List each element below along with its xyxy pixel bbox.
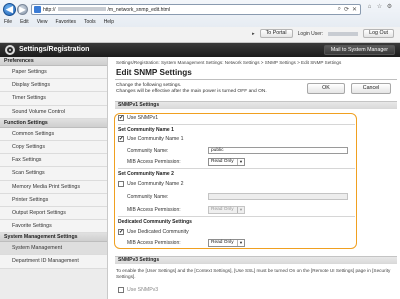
dedicated-mib-label: MIB Access Permission: xyxy=(127,240,181,246)
menu-tools[interactable]: Tools xyxy=(84,19,96,25)
use-snmpv1-row: Use SNMPv1 xyxy=(118,115,355,121)
home-icon[interactable]: ⌂ xyxy=(366,4,373,11)
use-community-2-label: Use Community Name 2 xyxy=(127,181,184,187)
community-1-heading: Set Community Name 1 xyxy=(118,127,174,133)
use-snmpv3-checkbox[interactable] xyxy=(118,287,124,293)
use-community-2-row: Use Community Name 2 xyxy=(118,181,355,187)
use-snmpv1-label: Use SNMPv1 xyxy=(127,115,159,121)
login-user-label: Login User: xyxy=(297,30,324,37)
sidebar-item-system-management[interactable]: System Management xyxy=(0,242,107,256)
mail-to-system-manager-button[interactable]: Mail to System Manager xyxy=(323,45,395,55)
use-snmpv3-label: Use SNMPv3 xyxy=(127,287,159,293)
logout-button[interactable]: Log Out xyxy=(363,29,394,38)
community-2-heading: Set Community Name 2 xyxy=(118,171,174,177)
dedicated-community-heading: Dedicated Community Settings xyxy=(118,219,192,225)
divider xyxy=(118,216,355,217)
sidebar-item-department-id-management[interactable]: Department ID Management xyxy=(0,255,107,269)
snmpv1-section-title: SNMPv1 Settings xyxy=(115,101,397,109)
dedicated-mib-value: Read Only xyxy=(211,240,234,245)
use-dedicated-community-checkbox[interactable] xyxy=(118,229,124,235)
sidebar: Preferences Paper Settings Display Setti… xyxy=(0,57,108,299)
to-portal-button[interactable]: To Portal xyxy=(259,29,293,38)
settings-gear-icon xyxy=(5,45,15,55)
use-dedicated-community-row: Use Dedicated Community xyxy=(118,229,355,235)
use-community-2-checkbox[interactable] xyxy=(118,181,124,187)
sidebar-item-scan-settings[interactable]: Scan Settings xyxy=(0,167,107,181)
notice-text: Change the following settings. Changes w… xyxy=(116,83,267,96)
sidebar-section-preferences: Preferences xyxy=(0,57,107,66)
divider xyxy=(118,124,355,125)
sidebar-item-common-settings[interactable]: Common Settings xyxy=(0,127,107,141)
sidebar-item-printer-settings[interactable]: Printer Settings xyxy=(0,193,107,207)
sidebar-item-sound-volume-control[interactable]: Sound Volume Control xyxy=(0,105,107,119)
breadcrumb: Settings/Registration: System Management… xyxy=(116,60,342,65)
forward-button[interactable]: ▶ xyxy=(17,4,28,15)
menu-bar: File Edit View Favorites Tools Help xyxy=(0,17,400,26)
refresh-icon[interactable]: ⟳ xyxy=(344,6,349,13)
sidebar-item-display-settings[interactable]: Display Settings xyxy=(0,79,107,93)
community-1-name-label: Community Name: xyxy=(127,148,169,154)
community-2-mib-value: Read Only xyxy=(211,207,234,212)
community-2-mib-select[interactable]: Read Only ▼ xyxy=(208,206,245,214)
use-snmpv1-checkbox[interactable] xyxy=(118,115,124,121)
ok-button[interactable]: OK xyxy=(307,83,345,94)
notice-line-2: Changes will be effective after the main… xyxy=(116,89,267,95)
search-icon[interactable]: ⌕ xyxy=(338,6,341,13)
chevron-down-icon: ▼ xyxy=(237,240,244,246)
community-1-mib-label: MIB Access Permission: xyxy=(127,159,181,165)
chevron-down-icon: ▼ xyxy=(237,207,244,213)
community-1-name-input[interactable]: public xyxy=(208,147,348,154)
menu-view[interactable]: View xyxy=(37,19,48,25)
community-1-mib-select[interactable]: Read Only ▼ xyxy=(208,158,245,166)
sidebar-item-memory-media-print-settings[interactable]: Memory Media Print Settings xyxy=(0,180,107,194)
menu-edit[interactable]: Edit xyxy=(20,19,29,25)
menu-favorites[interactable]: Favorites xyxy=(55,19,76,25)
browser-toolbar-icons: ⌂ ☆ ⚙ xyxy=(366,4,393,11)
title-bar: Settings/Registration Mail to System Man… xyxy=(0,43,400,57)
page-title: Edit SNMP Settings xyxy=(116,68,192,77)
use-community-1-label: Use Community Name 1 xyxy=(127,136,184,142)
back-button[interactable]: ◀ xyxy=(3,3,16,16)
sidebar-item-copy-settings[interactable]: Copy Settings xyxy=(0,140,107,155)
sidebar-section-function-settings: Function Settings xyxy=(0,118,107,128)
use-dedicated-community-label: Use Dedicated Community xyxy=(127,229,189,235)
main-content: Settings/Registration: System Management… xyxy=(109,57,400,299)
sidebar-item-output-report-settings[interactable]: Output Report Settings xyxy=(0,206,107,221)
community-1-mib-value: Read Only xyxy=(211,159,234,164)
community-2-mib-label: MIB Access Permission: xyxy=(127,207,181,213)
cancel-button[interactable]: Cancel xyxy=(351,83,391,94)
sidebar-item-favorite-settings[interactable]: Favorite Settings xyxy=(0,220,107,234)
address-bar[interactable]: http:///m_network_snmp_edit.html ⌕ ⟳ ✕ xyxy=(31,4,361,15)
snmpv3-note: To enable the [User Settings] and the [C… xyxy=(116,268,391,279)
menu-file[interactable]: File xyxy=(4,19,12,25)
app-header: ▸ To Portal Login User: Log Out xyxy=(0,27,400,43)
community-2-name-label: Community Name: xyxy=(127,194,169,200)
stop-icon[interactable]: ✕ xyxy=(352,6,357,13)
sidebar-section-system-management: System Management Settings xyxy=(0,233,107,243)
menu-help[interactable]: Help xyxy=(104,19,114,25)
portal-icon: ▸ xyxy=(252,30,255,37)
use-snmpv3-row: Use SNMPv3 xyxy=(118,287,158,293)
page-heading: Settings/Registration xyxy=(19,46,90,53)
sidebar-item-paper-settings[interactable]: Paper Settings xyxy=(0,66,107,80)
login-user-name xyxy=(328,31,359,36)
divider xyxy=(118,168,355,169)
use-community-1-row: Use Community Name 1 xyxy=(118,136,355,142)
page-favicon-icon xyxy=(34,6,41,13)
dedicated-mib-select[interactable]: Read Only ▼ xyxy=(208,239,245,247)
sidebar-item-timer-settings[interactable]: Timer Settings xyxy=(0,92,107,106)
url-text: http:///m_network_snmp_edit.html xyxy=(43,6,171,13)
use-community-1-checkbox[interactable] xyxy=(118,136,124,142)
chevron-down-icon: ▼ xyxy=(237,159,244,165)
favorites-star-icon[interactable]: ☆ xyxy=(376,4,383,11)
sidebar-item-fax-settings[interactable]: Fax Settings xyxy=(0,154,107,168)
gear-icon[interactable]: ⚙ xyxy=(386,4,393,11)
title-divider xyxy=(115,79,397,80)
community-2-name-input[interactable] xyxy=(208,193,348,200)
snmpv3-section-title: SNMPv3 Settings xyxy=(115,256,397,264)
